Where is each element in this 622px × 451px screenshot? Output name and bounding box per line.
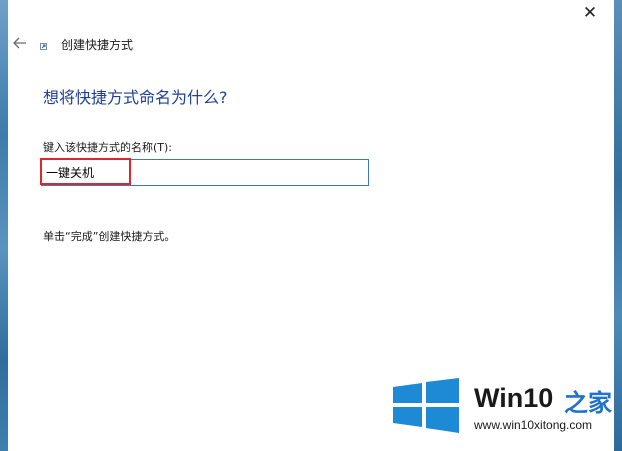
desktop-background-left — [0, 0, 8, 451]
shortcut-name-input[interactable] — [41, 159, 369, 186]
shortcut-icon — [40, 43, 47, 50]
arrow-left-icon — [13, 37, 26, 49]
finish-hint-text: 单击“完成”创建快捷方式。 — [43, 230, 176, 243]
windows-logo-icon — [393, 378, 459, 433]
wizard-title: 创建快捷方式 — [61, 38, 134, 52]
create-shortcut-window: ✕ 创建快捷方式 想将快捷方式命名为什么? 键入该快捷方式的名称(T): 单击“… — [8, 0, 614, 451]
back-button[interactable] — [10, 33, 30, 53]
close-icon: ✕ — [582, 3, 598, 23]
close-button[interactable]: ✕ — [572, 0, 608, 26]
watermark-brand-suffix: 之家 — [564, 389, 612, 417]
desktop-background-right — [614, 0, 622, 451]
shortcut-name-label: 键入该快捷方式的名称(T): — [43, 141, 173, 154]
watermark-url: www.win10xitong.com — [474, 418, 593, 432]
page-heading: 想将快捷方式命名为什么? — [43, 88, 228, 107]
watermark-brand: Win10 — [474, 383, 554, 413]
